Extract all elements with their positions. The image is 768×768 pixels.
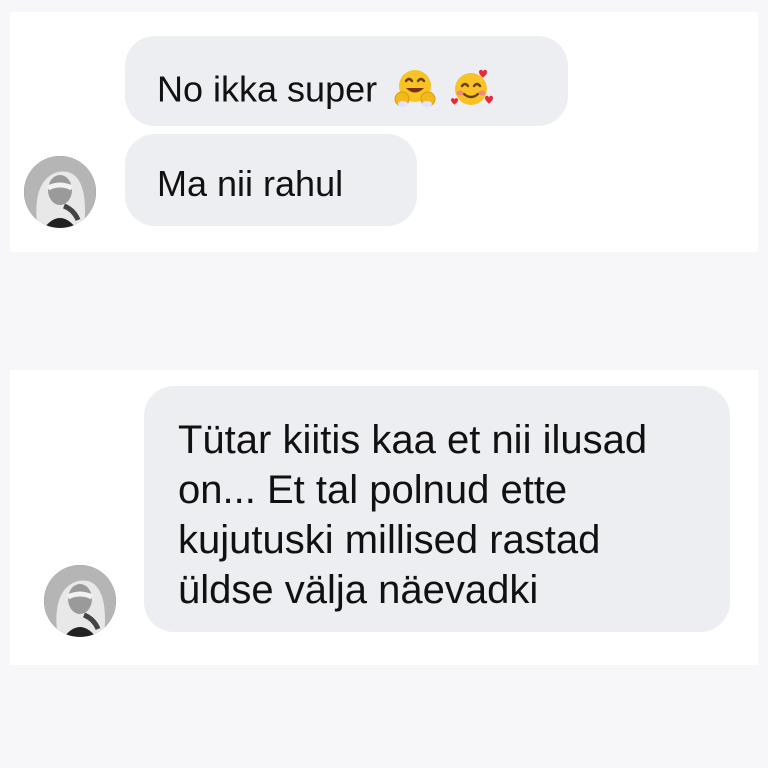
smiling-face-with-hearts-icon [449,66,494,118]
message-text-line: on... Et tal polnud ette [178,468,568,512]
message-text-line: Tütar kiitis kaa et nii ilusad [178,418,648,462]
message-text: Ma nii rahul [157,163,344,204]
hugging-face-icon [393,66,437,118]
message-bubble[interactable]: Tütar kiitis kaa et nii ilusad on... Et … [144,386,730,632]
message-text-line: kujutuski millised rastad [178,518,601,562]
message-bubble[interactable]: No ikka super [125,36,568,126]
avatar[interactable] [44,565,116,637]
message-bubble[interactable]: Ma nii rahul [125,134,417,226]
message-text: No ikka super [157,68,378,110]
message-text-line: üldse välja näevadki [178,568,539,612]
avatar[interactable] [24,156,96,228]
